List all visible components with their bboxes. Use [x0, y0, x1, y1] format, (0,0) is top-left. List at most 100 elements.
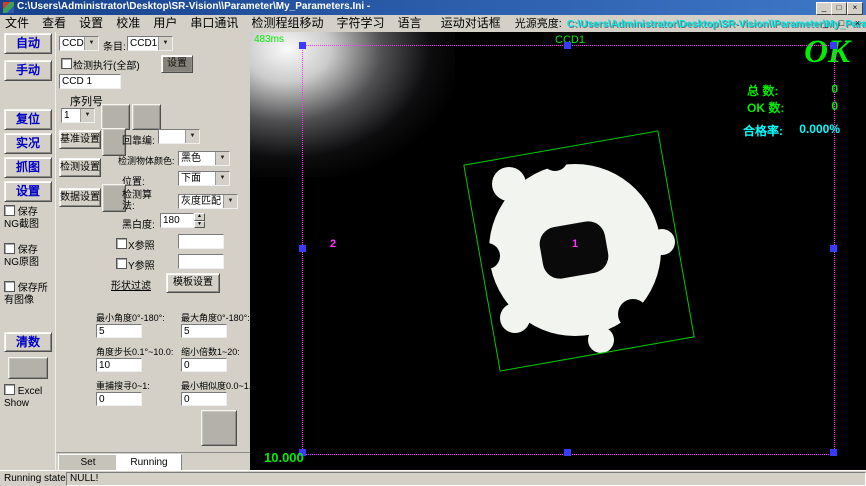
menu-item-char-learning[interactable]: 字符学习	[332, 15, 390, 31]
min-angle-field[interactable]	[96, 324, 142, 338]
save-ng-raw-checkbox[interactable]	[4, 243, 15, 254]
menu-item-program-move[interactable]: 检测程组移动	[246, 15, 328, 31]
camera-view: 483ms CCD1 OK 总 数: 0 OK 数: 0 合格率: 0.000%	[250, 32, 866, 470]
save-all-option[interactable]: 保存所有图像	[4, 281, 52, 307]
menu-item-file[interactable]: 文件	[0, 15, 34, 31]
status-value: NULL!	[66, 472, 866, 486]
cycle-time-label: 483ms	[254, 34, 284, 45]
template-settings-button[interactable]: 模板设置	[166, 273, 220, 293]
menu-item-view[interactable]: 查看	[37, 15, 71, 31]
exec-all-label: 检测执行(全部)	[73, 57, 140, 72]
excel-show-option[interactable]: Excel Show	[4, 384, 52, 410]
save-ng-shot-option[interactable]: 保存NG截图	[4, 205, 52, 231]
ccd-name-field[interactable]	[59, 74, 121, 89]
panel-disabled-button	[201, 410, 237, 446]
close-button[interactable]: ×	[847, 2, 863, 15]
item-select[interactable]: CCD1 ▼	[127, 36, 173, 51]
menu-item-language[interactable]: 语言	[393, 15, 427, 31]
roi-handle-top-center[interactable]	[564, 42, 571, 49]
exec-set-button[interactable]: 设置	[161, 55, 193, 73]
maximize-button[interactable]: □	[831, 2, 847, 15]
max-angle-field[interactable]	[181, 324, 227, 338]
light-brightness-label: 光源亮度:	[509, 16, 564, 32]
exec-all-checkbox[interactable]	[61, 58, 72, 69]
chevron-down-icon: ▼	[158, 37, 172, 50]
reset-button[interactable]: 复位	[4, 109, 52, 130]
position-value: 下面	[179, 172, 215, 185]
auto-button[interactable]: 自动	[4, 33, 52, 54]
save-all-checkbox[interactable]	[4, 281, 15, 292]
detect-settings-button[interactable]: 检测设置	[59, 158, 101, 177]
gray-threshold-field[interactable]	[160, 213, 194, 228]
child-close-button[interactable]: ×	[851, 15, 864, 31]
shrink-field[interactable]	[181, 358, 227, 372]
gray-threshold-stepper[interactable]: ▲ ▼	[194, 213, 205, 228]
save-ng-shot-checkbox[interactable]	[4, 205, 15, 216]
chevron-down-icon: ▼	[80, 109, 94, 122]
child-minimize-button[interactable]: _	[819, 15, 832, 31]
roi-handle-bottom-center[interactable]	[564, 449, 571, 456]
settings-button[interactable]: 设置	[4, 181, 52, 202]
position-select[interactable]: 下面 ▼	[178, 171, 230, 186]
menu-item-calibration[interactable]: 校准	[111, 15, 145, 31]
clear-count-button[interactable]: 清数	[4, 332, 52, 352]
serial-group-label: 序列号	[70, 93, 103, 109]
serial-delete-button	[132, 104, 161, 130]
y-ref-label: Y参照	[128, 257, 155, 272]
tab-set[interactable]: Set	[58, 454, 118, 471]
live-button[interactable]: 实况	[4, 133, 52, 154]
x-ref-field[interactable]	[178, 234, 224, 249]
disabled-button	[8, 357, 48, 379]
algorithm-label: 检测算法:	[122, 190, 156, 212]
serial-add-button	[101, 104, 130, 130]
spin-down-icon[interactable]: ▼	[194, 221, 205, 229]
minimize-button[interactable]: _	[816, 2, 832, 15]
manual-button[interactable]: 手动	[4, 60, 52, 81]
menu-item-serial-comm[interactable]: 串口通讯	[185, 15, 243, 31]
object-color-label: 检测物体颜色:	[118, 154, 175, 167]
recapture-field[interactable]	[96, 392, 142, 406]
spin-up-icon[interactable]: ▲	[194, 213, 205, 221]
roi-handle-top-left[interactable]	[299, 42, 306, 49]
excel-show-checkbox[interactable]	[4, 384, 15, 395]
base-settings-button[interactable]: 基准设置	[59, 130, 101, 149]
status-label: Running state	[4, 473, 66, 484]
window-title: C:\Users\Administrator\Desktop\SR-Vision…	[17, 1, 370, 12]
ref-select[interactable]: ▼	[158, 129, 200, 144]
menu-item-motion-dialog[interactable]: 运动对话框	[436, 15, 506, 31]
algorithm-select[interactable]: 灰度匹配 ▼	[178, 194, 238, 209]
ccd-select[interactable]: CCD1 ▼	[59, 36, 99, 51]
save-ng-raw-option[interactable]: 保存NG原图	[4, 243, 52, 269]
chevron-down-icon: ▼	[84, 37, 98, 50]
angle-step-label: 角度步长0.1°~10.0:	[96, 345, 173, 358]
panel-tab-bar: Set Running	[56, 452, 251, 471]
menu-bar: 文件 查看 设置 校准 用户 串口通讯 检测程组移动 字符学习 语言 运动对话框…	[0, 15, 866, 33]
roi-handle-mid-right[interactable]	[830, 245, 837, 252]
angle-step-field[interactable]	[96, 358, 142, 372]
chevron-down-icon: ▼	[215, 152, 229, 165]
marker-1: 1	[572, 238, 578, 250]
roi-handle-bottom-right[interactable]	[830, 449, 837, 456]
object-color-select[interactable]: 黑色 ▼	[178, 151, 230, 166]
roi-handle-top-right[interactable]	[830, 42, 837, 49]
similarity-label: 最小相似度0.0~1.0:	[181, 379, 259, 392]
marker-2: 2	[330, 238, 336, 250]
y-ref-checkbox[interactable]	[116, 258, 127, 269]
x-ref-checkbox[interactable]	[116, 238, 127, 249]
title-bar: C:\Users\Administrator\Desktop\SR-Vision…	[0, 0, 866, 15]
x-ref-label: X参照	[128, 237, 155, 252]
object-color-value: 黑色	[179, 152, 215, 165]
tab-running[interactable]: Running	[116, 454, 182, 471]
data-settings-button[interactable]: 数据设置	[59, 188, 101, 207]
similarity-field[interactable]	[181, 392, 227, 406]
match-rectangle	[463, 130, 694, 371]
serial-select[interactable]: 1 ▼	[61, 108, 95, 123]
scale-value: 10.000	[264, 450, 304, 465]
child-restore-button[interactable]: □	[835, 15, 848, 31]
roi-handle-mid-left[interactable]	[299, 245, 306, 252]
capture-button[interactable]: 抓图	[4, 157, 52, 178]
shape-filter-button[interactable]: 形状过滤	[111, 277, 151, 292]
y-ref-field[interactable]	[178, 254, 224, 269]
menu-item-settings[interactable]: 设置	[74, 15, 108, 31]
menu-item-user[interactable]: 用户	[148, 15, 182, 31]
